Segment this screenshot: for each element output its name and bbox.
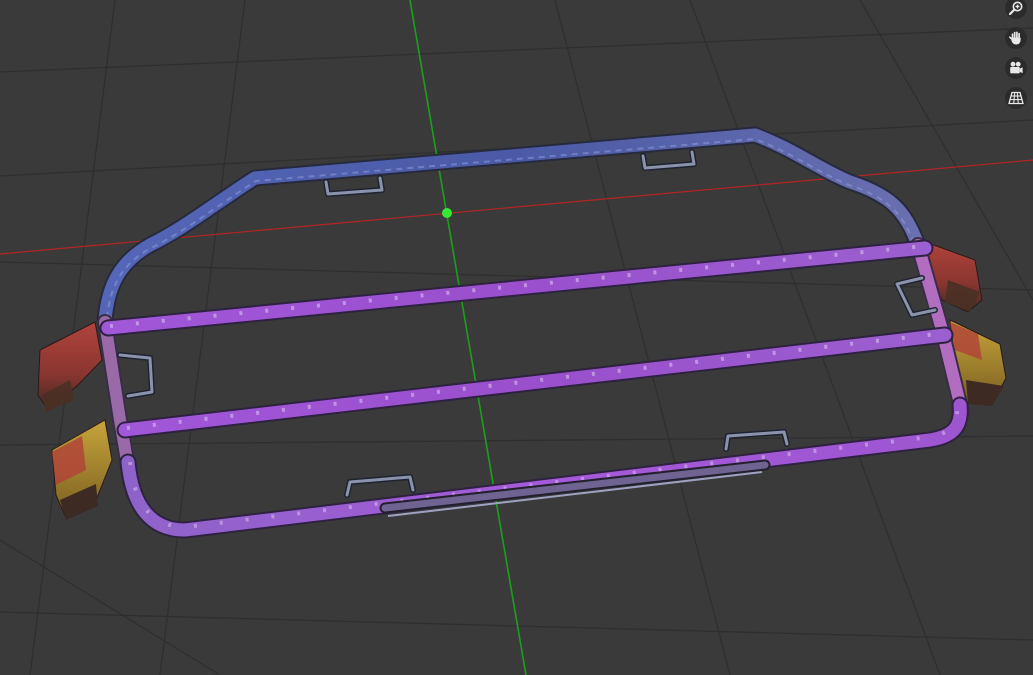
left-lower-bracket[interactable] [51, 419, 113, 520]
zoom-button[interactable] [1005, 0, 1027, 19]
y-axis-line [409, 0, 527, 675]
pan-button[interactable] [1005, 27, 1027, 49]
perspective-grid-icon [1008, 91, 1024, 105]
handles [117, 149, 938, 498]
pan-hand-icon [1009, 31, 1021, 45]
navigation-gizmo [1003, 0, 1029, 109]
zoom-icon [1008, 1, 1023, 16]
camera-button[interactable] [1005, 57, 1027, 79]
left-upper-bracket[interactable] [37, 321, 103, 412]
3d-viewport[interactable] [0, 0, 1033, 675]
lower-frame-tube[interactable] [119, 396, 969, 539]
origin-point [442, 208, 452, 218]
camera-icon [1010, 61, 1023, 74]
perspective-button[interactable] [1005, 87, 1027, 109]
handle-left[interactable] [117, 352, 155, 399]
